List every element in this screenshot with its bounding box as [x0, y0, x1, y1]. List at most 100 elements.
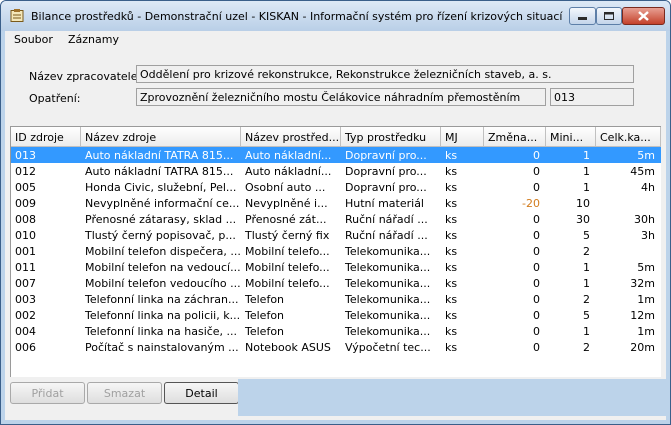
- title-bar[interactable]: Bilance prostředků - Demonstrační uzel -…: [1, 1, 670, 31]
- cell-total: 30h: [634, 213, 655, 226]
- cell-total: 1m: [637, 293, 655, 306]
- cell-name: Auto nákladní TATRA 815...: [85, 165, 234, 178]
- processor-label: Název zpracovatele:: [29, 70, 142, 83]
- cell-change: 0: [533, 165, 540, 178]
- cell-change: 0: [533, 245, 540, 258]
- column-header-name[interactable]: Název zdroje: [81, 127, 241, 147]
- column-header-type[interactable]: Typ prostředku: [341, 127, 441, 147]
- cell-id: 008: [15, 213, 36, 226]
- cell-change: 0: [533, 309, 540, 322]
- cell-total: [596, 195, 661, 211]
- cell-name: Přenosné zátarasy, sklad ...: [85, 213, 237, 226]
- cell-id: 011: [15, 261, 36, 274]
- cell-resource: Auto nákladní...: [245, 165, 332, 178]
- cell-type: Telekomunika...: [345, 325, 431, 338]
- minimize-button[interactable]: [569, 7, 596, 25]
- cell-resource: Osobní auto ...: [245, 181, 326, 194]
- table-row[interactable]: 009 Nevyplněné informační ce... Nevyplněné…: [11, 195, 661, 211]
- cell-type: Dopravní pro...: [345, 181, 427, 194]
- minimize-icon: [578, 17, 587, 20]
- table-row[interactable]: 011 Mobilní telefon na vedoucí... Mobilní …: [11, 259, 661, 275]
- column-header-resource[interactable]: Název prostřed...: [241, 127, 341, 147]
- status-area: [238, 379, 666, 416]
- cell-mj: ks: [445, 197, 458, 210]
- cell-total: 32m: [630, 277, 655, 290]
- cell-type: Dopravní pro...: [345, 149, 427, 162]
- cell-total: 5m: [637, 149, 655, 162]
- cell-id: 002: [15, 309, 36, 322]
- cell-change: 0: [533, 341, 540, 354]
- table-row[interactable]: 008 Přenosné zátarasy, sklad ... Přenosné …: [11, 211, 661, 227]
- cell-name: Telefonní linka na záchran...: [85, 293, 239, 306]
- cell-min: 10: [576, 197, 590, 210]
- column-header-total[interactable]: Celk.ka...: [596, 127, 661, 147]
- cell-mj: ks: [445, 229, 458, 242]
- cell-resource: Nevyplněné i...: [245, 197, 328, 210]
- maximize-button[interactable]: [596, 7, 622, 25]
- detail-button[interactable]: Detail: [164, 382, 239, 404]
- close-button[interactable]: [622, 7, 665, 25]
- column-header-id[interactable]: ID zdroje: [11, 127, 81, 147]
- cell-min: 2: [583, 245, 590, 258]
- cell-resource: Notebook ASUS: [245, 341, 331, 354]
- cell-mj: ks: [445, 261, 458, 274]
- clipboard-icon: [10, 9, 24, 22]
- add-button[interactable]: Přidat: [10, 382, 85, 404]
- cell-id: 001: [15, 245, 36, 258]
- client-area: Soubor Záznamy Název zpracovatele: Odděl…: [5, 31, 666, 420]
- cell-type: Telekomunika...: [345, 245, 431, 258]
- cell-id: 007: [15, 277, 36, 290]
- table-row[interactable]: 010 Tlustý černý popisovač, p... Tlustý če…: [11, 227, 661, 243]
- processor-field[interactable]: Oddělení pro krizové rekonstrukce, Rekon…: [136, 65, 634, 83]
- cell-name: Mobilní telefon na vedoucí...: [85, 261, 241, 274]
- table-row[interactable]: 001 Mobilní telefon dispečera, ... Mobilní…: [11, 243, 661, 259]
- cell-mj: ks: [445, 165, 458, 178]
- cell-resource: Mobilní telefo...: [245, 245, 330, 258]
- cell-min: 5: [583, 309, 590, 322]
- cell-change: 0: [533, 277, 540, 290]
- column-header-min[interactable]: Mini...: [546, 127, 596, 147]
- menu-zaznamy[interactable]: Záznamy: [68, 33, 119, 46]
- table-row[interactable]: 013 Auto nákladní TATRA 815... Auto náklad…: [11, 147, 661, 163]
- cell-total: 45m: [630, 165, 655, 178]
- cell-total: 4h: [641, 181, 655, 194]
- menu-soubor[interactable]: Soubor: [14, 33, 53, 46]
- table-row[interactable]: 007 Mobilní telefon vedoucího ... Mobilní …: [11, 275, 661, 291]
- cell-change: -20: [522, 197, 540, 210]
- cell-resource: Mobilní telefo...: [245, 277, 330, 290]
- cell-total: [596, 243, 661, 259]
- cell-type: Telekomunika...: [345, 277, 431, 290]
- cell-min: 1: [583, 181, 590, 194]
- cell-resource: Telefon: [245, 325, 285, 338]
- cell-type: Ruční nářadí ...: [345, 229, 428, 242]
- resources-table[interactable]: ID zdroje Název zdroje Název prostřed...…: [10, 126, 661, 378]
- maximize-icon: [604, 12, 614, 20]
- cell-id: 012: [15, 165, 36, 178]
- table-row[interactable]: 005 Honda Civic, služební, Pel... Osobní a…: [11, 179, 661, 195]
- table-row[interactable]: 002 Telefonní linka na policii, k... Telef…: [11, 307, 661, 323]
- column-header-mj[interactable]: MJ: [441, 127, 484, 147]
- cell-name: Auto nákladní TATRA 815...: [85, 149, 234, 162]
- table-row[interactable]: 003 Telefonní linka na záchran... Telefon T…: [11, 291, 661, 307]
- cell-change: 0: [533, 181, 540, 194]
- table-row[interactable]: 006 Počítač s nainstalovaným ... Notebook …: [11, 339, 661, 355]
- cell-mj: ks: [445, 277, 458, 290]
- measure-field[interactable]: Zprovoznění železničního mostu Čelákovic…: [136, 88, 546, 106]
- cell-change: 0: [533, 149, 540, 162]
- cell-type: Výpočetní tec...: [345, 341, 431, 354]
- cell-id: 006: [15, 341, 36, 354]
- cell-mj: ks: [445, 341, 458, 354]
- measure-code-field[interactable]: 013: [550, 88, 634, 106]
- menu-bar: Soubor Záznamy: [5, 31, 666, 48]
- cell-change: 0: [533, 293, 540, 306]
- column-header-change[interactable]: Změna...: [484, 127, 546, 147]
- table-row[interactable]: 004 Telefonní linka na hasiče, ... Telefon…: [11, 323, 661, 339]
- delete-button[interactable]: Smazat: [87, 382, 162, 404]
- cell-total: 12m: [630, 309, 655, 322]
- table-row[interactable]: 012 Auto nákladní TATRA 815... Auto náklad…: [11, 163, 661, 179]
- header-panel: Název zpracovatele: Oddělení pro krizové…: [5, 48, 666, 126]
- cell-min: 1: [583, 149, 590, 162]
- cell-min: 1: [583, 165, 590, 178]
- cell-id: 013: [15, 149, 36, 162]
- cell-resource: Telefon: [245, 309, 285, 322]
